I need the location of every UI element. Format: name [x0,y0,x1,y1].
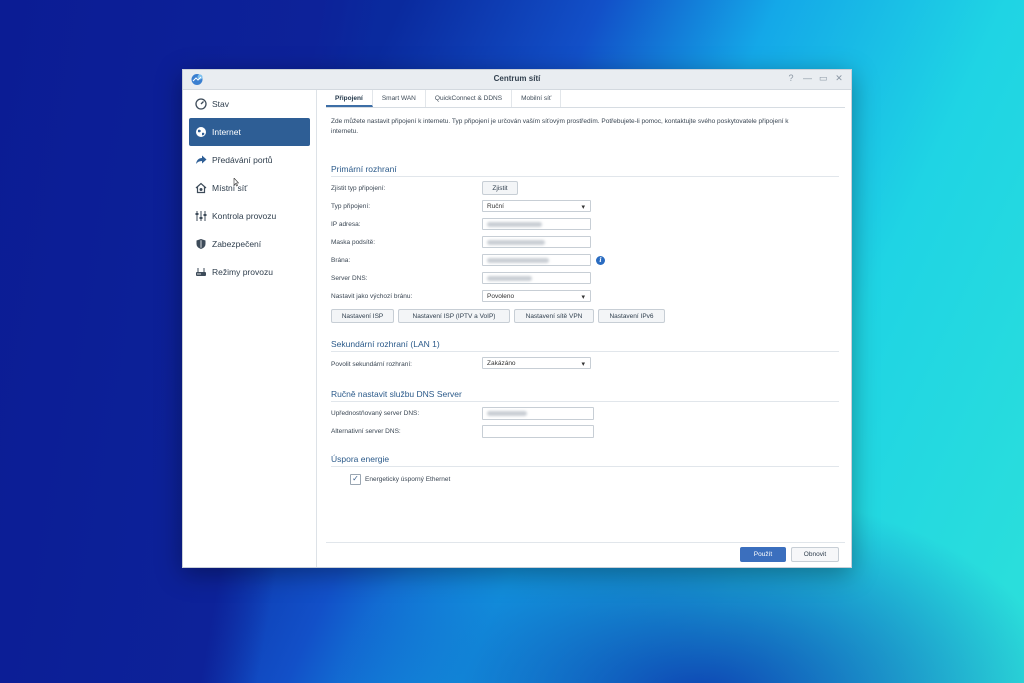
sidebar-item-security[interactable]: Zabezpečení [189,230,310,258]
divider [331,466,839,467]
default-gateway-value: Povoleno [487,293,515,300]
secondary-interface-heading: Sekundární rozhraní (LAN 1) [331,339,440,349]
preferred-dns-input[interactable] [482,407,594,420]
main-panel: Připojení Smart WAN QuickConnect & DDNS … [326,90,845,567]
dns-server-heading: Ručně nastavit službu DNS Server [331,389,462,399]
tab-smart-wan[interactable]: Smart WAN [373,90,426,107]
maximize-icon[interactable]: ▭ [819,73,828,84]
apply-button[interactable]: Použít [740,547,786,562]
gateway-input[interactable] [482,254,591,266]
mouse-pointer-icon [233,178,240,187]
connection-type-value: Ruční [487,203,504,210]
reset-button[interactable]: Obnovit [791,547,839,562]
sidebar: Stav Internet Předávání portů Místní síť… [183,90,317,567]
title-bar[interactable]: Centrum sítí ? — ▭ ✕ [183,70,851,90]
sidebar-item-label: Internet [212,127,241,137]
enable-secondary-label: Povolit sekundární rozhraní: [331,361,412,368]
vpn-settings-button[interactable]: Nastavení sítě VPN [514,309,594,323]
connection-type-label: Typ připojení: [331,203,371,210]
alternate-dns-label: Alternativní server DNS: [331,428,401,435]
sidebar-item-traffic-control[interactable]: Kontrola provozu [189,202,310,230]
sidebar-item-status[interactable]: Stav [189,90,310,118]
tab-mobile-network[interactable]: Mobilní síť [512,90,562,107]
enable-secondary-value: Zakázáno [487,360,516,367]
detect-type-label: Zjistit typ připojení: [331,185,386,192]
energy-ethernet-checkbox[interactable]: ✓ [350,474,361,485]
energy-ethernet-label: Energeticky úsporný Ethernet [365,476,451,483]
default-gateway-select[interactable]: Povoleno ▾ [482,290,591,302]
connection-type-select[interactable]: Ruční ▾ [482,200,591,212]
sidebar-item-label: Zabezpečení [212,239,262,249]
shield-icon [195,238,207,250]
gateway-label: Brána: [331,257,351,264]
chevron-down-icon: ▾ [581,361,585,368]
description-text: Zde můžete nastavit připojení k internet… [331,118,789,135]
sidebar-item-label: Režimy provozu [212,267,273,277]
ip-address-input[interactable] [482,218,591,230]
isp-settings-button[interactable]: Nastavení ISP [331,309,394,323]
window-title: Centrum sítí [493,74,541,83]
sidebar-item-operation-modes[interactable]: Režimy provozu [189,258,310,286]
isp-iptv-voip-button[interactable]: Nastavení ISP (IPTV a VoIP) [398,309,510,323]
divider [331,401,839,402]
primary-interface-heading: Primární rozhraní [331,164,397,174]
subnet-mask-input[interactable] [482,236,591,248]
help-icon[interactable]: ? [787,73,795,84]
sidebar-item-label: Místní síť [212,183,248,193]
ip-address-label: IP adresa: [331,221,361,228]
tab-bar: Připojení Smart WAN QuickConnect & DDNS … [326,90,845,108]
chevron-down-icon: ▾ [581,204,585,211]
sliders-icon [195,210,207,222]
divider [331,176,839,177]
preferred-dns-label: Upřednostňovaný server DNS: [331,410,420,417]
home-network-icon [195,182,207,194]
detect-button[interactable]: Zjistit [482,181,518,195]
sidebar-item-label: Kontrola provozu [212,211,277,221]
subnet-mask-label: Maska podsítě: [331,239,376,246]
dns-server-label: Server DNS: [331,275,368,282]
divider [331,351,839,352]
gauge-icon [195,98,207,110]
sidebar-item-label: Stav [212,99,230,109]
sidebar-item-label: Předávání portů [212,155,273,165]
sidebar-item-local-network[interactable]: Místní síť [189,174,310,202]
default-gateway-label: Nastavit jako výchozí bránu: [331,293,413,300]
globe-icon [195,126,207,138]
sidebar-item-port-forwarding[interactable]: Předávání portů [189,146,310,174]
sidebar-item-internet[interactable]: Internet [189,118,310,146]
dns-server-input[interactable] [482,272,591,284]
info-icon[interactable]: i [596,256,605,265]
network-center-window: Centrum sítí ? — ▭ ✕ Stav Internet Předá… [182,69,852,568]
ipv6-settings-button[interactable]: Nastavení IPv6 [598,309,665,323]
close-icon[interactable]: ✕ [835,73,843,84]
router-icon [195,266,207,278]
alternate-dns-input[interactable] [482,425,594,438]
forward-arrow-icon [195,154,207,166]
minimize-icon[interactable]: — [803,73,812,84]
footer-divider [326,542,845,543]
energy-saving-heading: Úspora energie [331,454,390,464]
enable-secondary-select[interactable]: Zakázáno ▾ [482,357,591,369]
tab-connection[interactable]: Připojení [326,90,373,107]
chevron-down-icon: ▾ [581,294,585,301]
tab-quickconnect-ddns[interactable]: QuickConnect & DDNS [426,90,513,107]
